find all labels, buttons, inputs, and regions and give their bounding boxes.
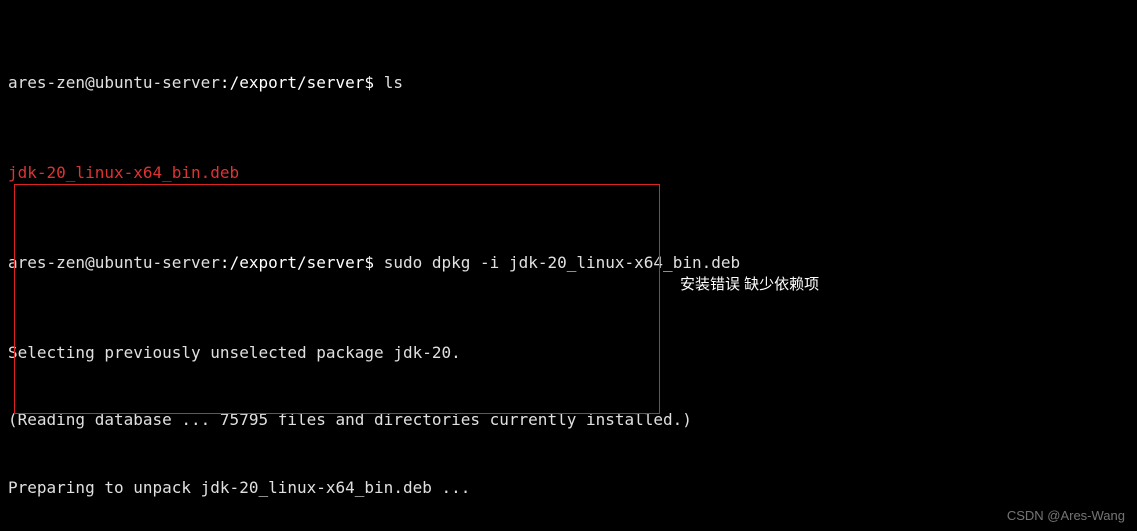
watermark: CSDN @Ares-Wang xyxy=(1007,505,1125,528)
annotation-text: 安装错误 缺少依赖项 xyxy=(680,274,819,297)
command-ls: ls xyxy=(384,73,403,92)
dpkg-output-line: (Reading database ... 75795 files and di… xyxy=(8,409,1129,432)
prompt-line-1: ares-zen@ubuntu-server:/export/server$ l… xyxy=(8,72,1129,95)
prompt-line-2: ares-zen@ubuntu-server:/export/server$ s… xyxy=(8,252,1129,275)
prompt-user: ares-zen@ubuntu-server xyxy=(8,73,220,92)
ls-output-file: jdk-20_linux-x64_bin.deb xyxy=(8,162,1129,185)
terminal[interactable]: ares-zen@ubuntu-server:/export/server$ l… xyxy=(0,0,1137,531)
dpkg-output-line: Selecting previously unselected package … xyxy=(8,342,1129,365)
command-dpkg: sudo dpkg -i jdk-20_linux-x64_bin.deb xyxy=(384,253,740,272)
dpkg-output-line: Preparing to unpack jdk-20_linux-x64_bin… xyxy=(8,477,1129,500)
